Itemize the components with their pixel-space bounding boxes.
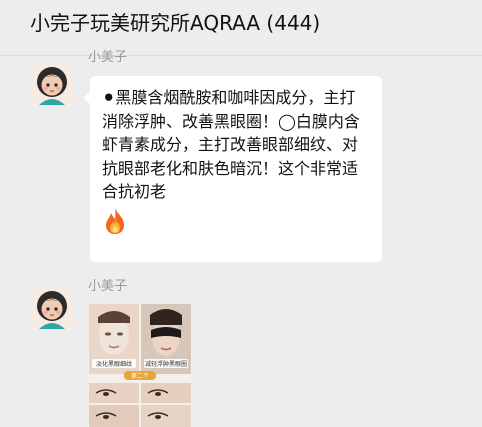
image-message[interactable]: 淡化黑眼细纹 减轻浮肿黑眼圈 第二个 <box>88 303 192 427</box>
chat-header: 小完子玩美研究所AQRAA (444) <box>0 0 482 56</box>
fire-icon <box>106 207 124 234</box>
avatar[interactable] <box>30 285 74 329</box>
image-caption-left: 淡化黑眼细纹 <box>96 360 132 368</box>
image-caption-right: 减轻浮肿黑眼圈 <box>145 360 187 368</box>
product-image: 淡化黑眼细纹 减轻浮肿黑眼圈 第二个 <box>88 303 192 427</box>
image-badge: 第二个 <box>131 372 149 380</box>
chat-title: 小完子玩美研究所AQRAA (444) <box>30 11 321 35</box>
avatar-illustration <box>30 285 74 329</box>
avatar[interactable] <box>30 61 74 105</box>
sender-name: 小美子 <box>88 279 128 294</box>
avatar-illustration <box>30 61 74 105</box>
message-text: ⚫黑膜含烟酰胺和咖啡因成分，主打消除浮肿、改善黑眼圈！◯白膜内含虾青素成分，主打… <box>102 88 360 202</box>
bubble-arrow <box>83 92 90 104</box>
message-bubble[interactable]: ⚫黑膜含烟酰胺和咖啡因成分，主打消除浮肿、改善黑眼圈！◯白膜内含虾青素成分，主打… <box>90 76 382 262</box>
sender-name: 小美子 <box>88 50 128 65</box>
